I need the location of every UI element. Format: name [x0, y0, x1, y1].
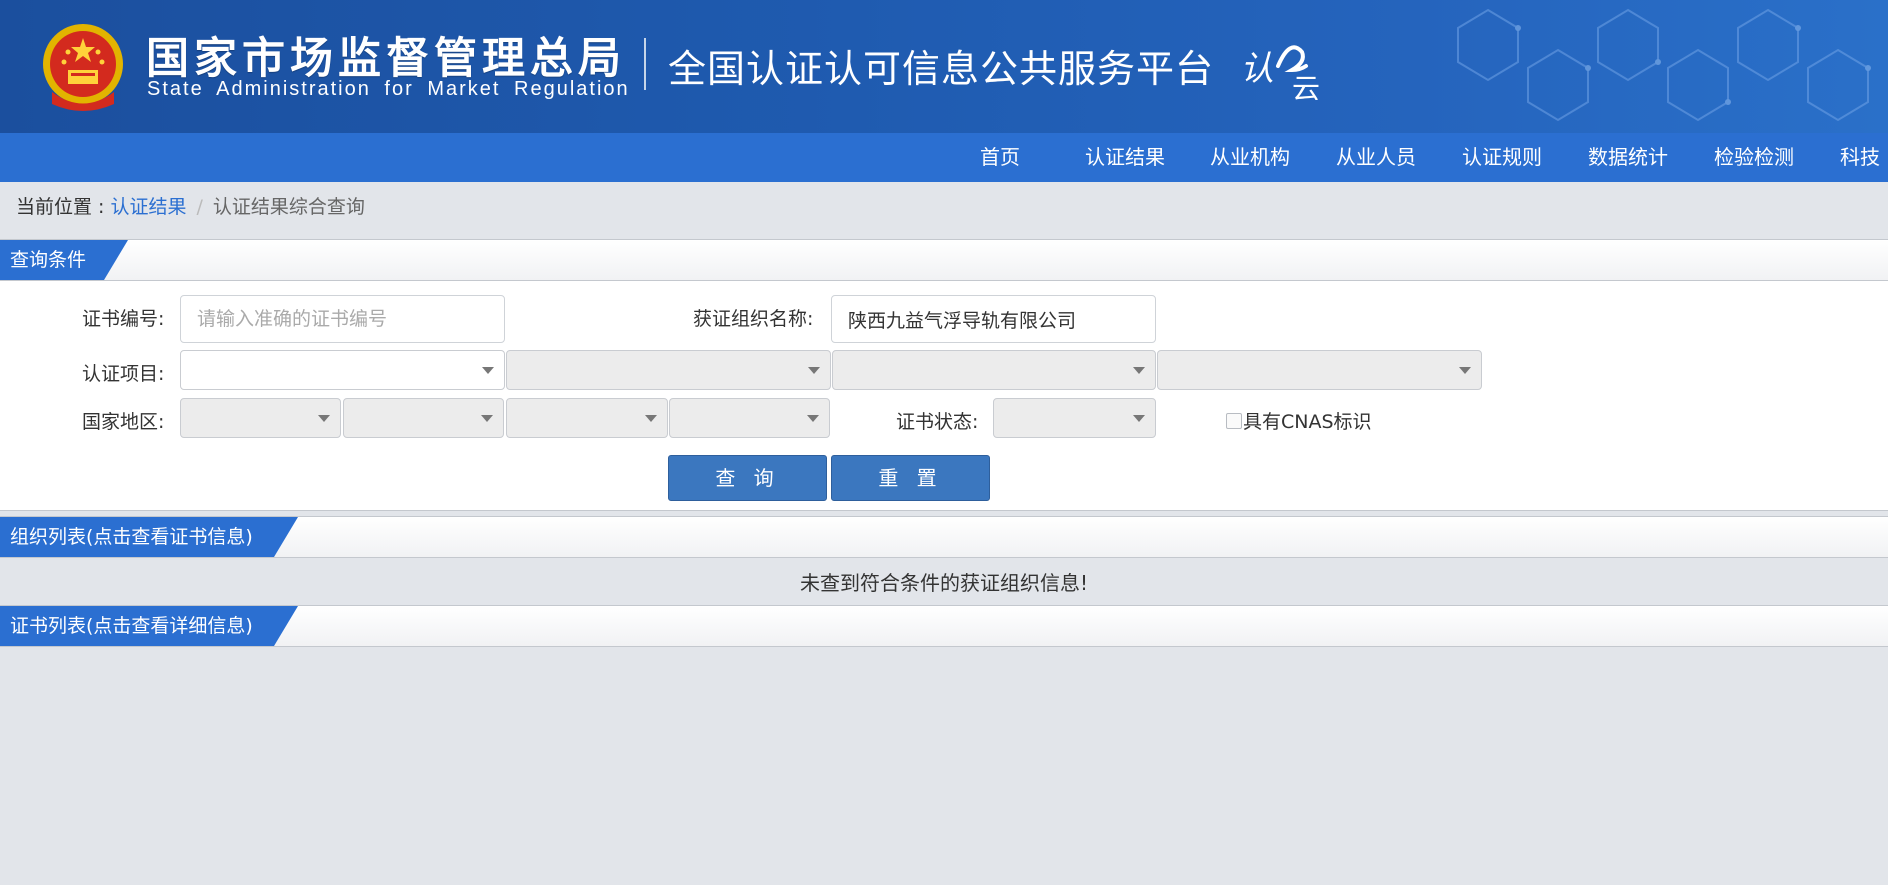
cnas-checkbox[interactable]	[1226, 413, 1242, 429]
org-name-input[interactable]	[831, 295, 1156, 343]
region-select-continent[interactable]	[180, 398, 341, 438]
breadcrumb-prefix: 当前位置 :	[16, 196, 111, 218]
query-section-title: 查询条件	[0, 240, 128, 280]
chevron-down-icon	[318, 415, 330, 422]
search-button[interactable]: 查 询	[668, 455, 827, 501]
nav-item-statistics[interactable]: 数据统计	[1588, 133, 1668, 182]
breadcrumb-separator: /	[196, 196, 203, 218]
cert-project-select-3[interactable]	[832, 350, 1156, 390]
region-label: 国家地区:	[82, 411, 165, 433]
cert-status-label: 证书状态:	[896, 411, 979, 433]
chevron-down-icon	[482, 367, 494, 374]
hexagon-pattern-decoration	[1457, 8, 1871, 122]
region-select-country[interactable]	[343, 398, 504, 438]
chevron-down-icon	[1133, 367, 1145, 374]
national-emblem-icon	[43, 24, 123, 111]
cert-no-label: 证书编号:	[82, 308, 165, 330]
header-divider	[644, 38, 646, 90]
cert-list-section-header: 证书列表(点击查看详细信息)	[0, 605, 1888, 647]
cert-project-select-4[interactable]	[1157, 350, 1482, 390]
nav-item-cert-rules[interactable]: 认证规则	[1462, 133, 1542, 182]
org-name-label: 获证组织名称:	[693, 308, 814, 330]
breadcrumb-link[interactable]: 认证结果	[110, 196, 186, 218]
chevron-down-icon	[808, 367, 820, 374]
chevron-down-icon	[1459, 367, 1471, 374]
cert-project-label: 认证项目:	[82, 363, 165, 385]
chevron-down-icon	[807, 415, 819, 422]
main-nav: 首页 认证结果 从业机构 从业人员 认证规则 数据统计 检验检测 科技	[0, 133, 1888, 182]
org-list-section-title: 组织列表(点击查看证书信息)	[0, 517, 298, 557]
chevron-down-icon	[481, 415, 493, 422]
chevron-down-icon	[1133, 415, 1145, 422]
breadcrumb-current: 认证结果综合查询	[212, 196, 365, 218]
agency-name-en: State Administration for Market Regulati…	[147, 78, 630, 100]
cert-list-section-title: 证书列表(点击查看详细信息)	[0, 606, 298, 646]
region-select-province[interactable]	[506, 398, 668, 438]
org-list-section-header: 组织列表(点击查看证书信息)	[0, 516, 1888, 558]
reset-button[interactable]: 重 置	[831, 455, 990, 501]
svg-text:认: 认	[1240, 49, 1274, 89]
region-select-city[interactable]	[669, 398, 830, 438]
nav-item-institutions[interactable]: 从业机构	[1210, 133, 1290, 182]
cert-project-select-1[interactable]	[180, 350, 505, 390]
nav-item-cert-results[interactable]: 认证结果	[1085, 133, 1165, 182]
chevron-down-icon	[645, 415, 657, 422]
header-banner: 国家市场监督管理总局 State Administration for Mark…	[0, 0, 1888, 133]
agency-name-cn: 国家市场监督管理总局	[146, 34, 626, 84]
breadcrumb: 当前位置 : 认证结果 / 认证结果综合查询	[16, 193, 365, 221]
platform-title: 全国认证认可信息公共服务平台	[668, 47, 1215, 91]
nav-item-technology[interactable]: 科技	[1840, 133, 1880, 182]
nav-item-home[interactable]: 首页	[980, 133, 1020, 182]
cert-project-select-2[interactable]	[506, 350, 831, 390]
cnas-checkbox-row[interactable]: 具有CNAS标识	[1226, 409, 1372, 435]
query-section-header: 查询条件	[0, 239, 1888, 281]
cnas-checkbox-label: 具有CNAS标识	[1243, 411, 1372, 433]
nav-item-inspection[interactable]: 检验检测	[1714, 133, 1794, 182]
org-list-empty-message: 未查到符合条件的获证组织信息!	[799, 571, 1089, 595]
cert-no-input[interactable]	[180, 295, 505, 343]
platform-logo: 认云 认 云	[1240, 45, 1320, 100]
nav-item-personnel[interactable]: 从业人员	[1336, 133, 1416, 182]
svg-text:云: 云	[1292, 72, 1320, 100]
cert-status-select[interactable]	[993, 398, 1156, 438]
